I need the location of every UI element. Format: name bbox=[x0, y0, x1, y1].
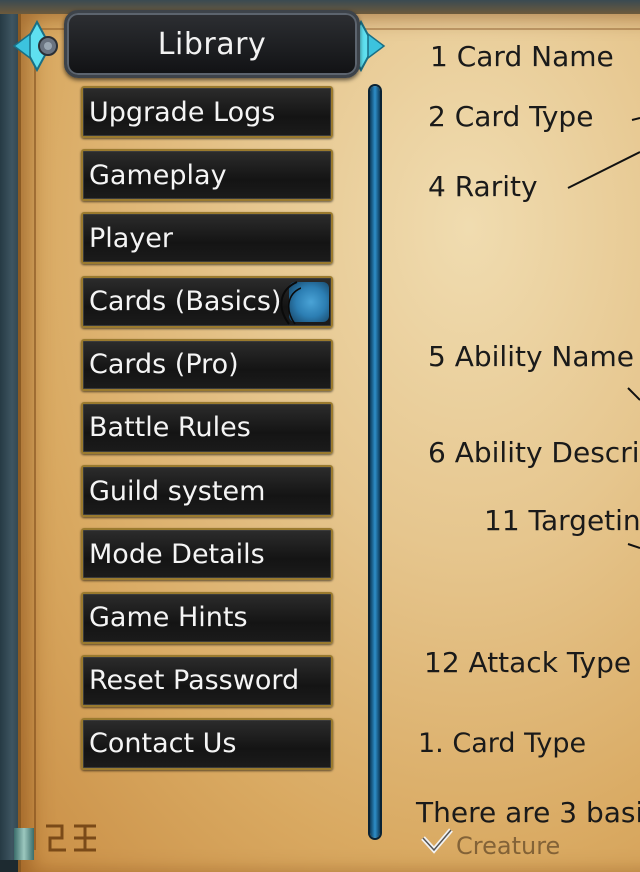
section-heading-card-type: 1. Card Type bbox=[418, 728, 587, 759]
body-text: There are 3 basi bbox=[416, 796, 640, 829]
checkmark-icon bbox=[421, 828, 453, 854]
pointer-line bbox=[627, 543, 640, 549]
pointer-line bbox=[627, 387, 640, 401]
pointer-line bbox=[567, 151, 640, 189]
rune-ornament-icon bbox=[46, 824, 96, 852]
frame-post bbox=[14, 828, 34, 860]
creature-text-partial: Creature bbox=[456, 832, 561, 860]
pointer-line bbox=[631, 117, 640, 121]
